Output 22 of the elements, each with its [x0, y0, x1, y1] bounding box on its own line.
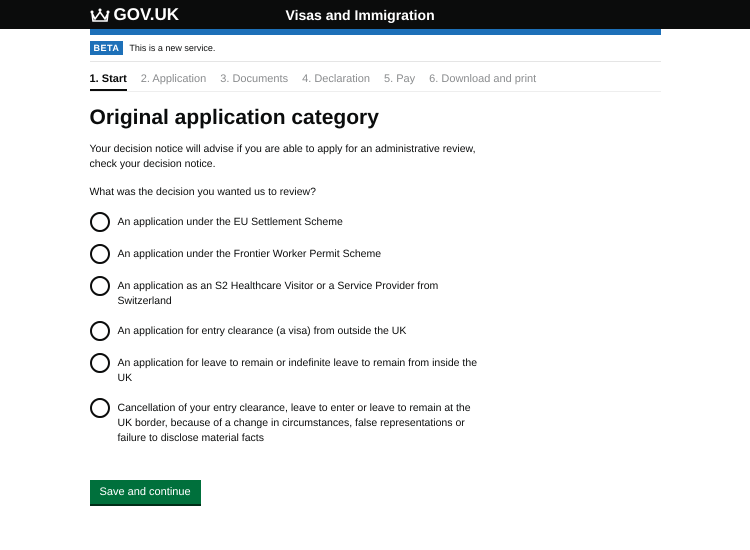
- radio-option-label[interactable]: An application under the EU Settlement Scheme: [118, 212, 478, 230]
- radio-button[interactable]: [90, 276, 110, 296]
- progress-step-tab[interactable]: 1. Start: [90, 73, 127, 91]
- radio-button[interactable]: [90, 244, 110, 264]
- radio-button[interactable]: [90, 212, 110, 232]
- crown-icon: [90, 6, 110, 22]
- radio-option-label[interactable]: Cancellation of your entry clearance, leave to enter or leave to remain at the UK border, because of a change in circumstances, false representations or failure to disclose material facts: [118, 398, 478, 446]
- intro-paragraph: Your decision notice will advise if you are able to apply for an administrative review, check your decision notice.: [90, 142, 476, 172]
- gov-uk-logo-link[interactable]: GOV.UK: [114, 4, 180, 24]
- radio-option-label[interactable]: An application for leave to remain or indefinite leave to remain from inside the UK: [118, 353, 478, 386]
- radio-button[interactable]: [90, 353, 110, 373]
- radio-option-label[interactable]: An application under the Frontier Worker Permit Scheme: [118, 244, 478, 262]
- beta-tag: BETA: [90, 41, 124, 55]
- service-name-link[interactable]: Visas and Immigration: [286, 6, 435, 22]
- page-heading: Original application category: [90, 106, 380, 130]
- beta-banner-text: This is a new service.: [129, 43, 216, 53]
- radio-button[interactable]: [90, 398, 110, 418]
- question-label: What was the decision you wanted us to review?: [90, 186, 317, 198]
- radio-button[interactable]: [90, 321, 110, 341]
- radio-option-label[interactable]: An application for entry clearance (a visa) from outside the UK: [118, 321, 478, 339]
- save-and-continue-button[interactable]: Save and continue: [90, 480, 201, 504]
- radio-option-label[interactable]: An application as an S2 Healthcare Visitor or a Service Provider from Switzerland: [118, 276, 478, 309]
